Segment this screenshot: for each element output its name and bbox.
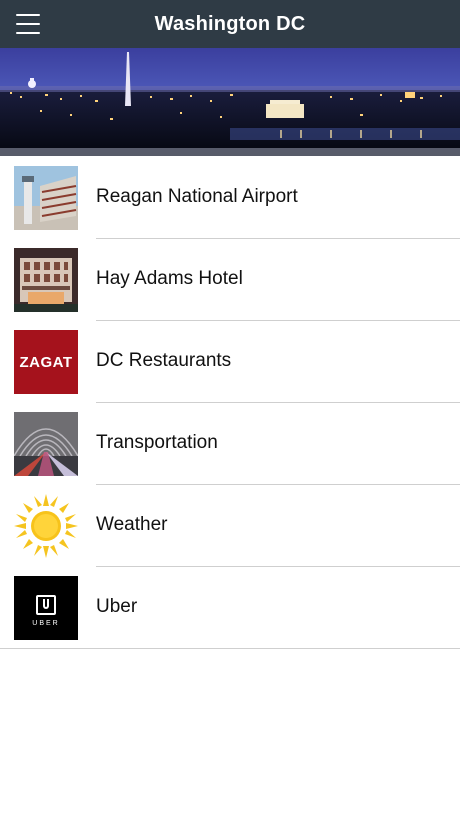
- destination-list: Reagan National Airport Hay Adams Hotel …: [0, 157, 460, 649]
- nav-bar: Washington DC: [0, 0, 460, 48]
- list-item-airport[interactable]: Reagan National Airport: [0, 157, 460, 239]
- uber-logo-text: UBER: [32, 620, 60, 627]
- airport-tower-thumbnail: [14, 166, 78, 230]
- hamburger-menu-icon[interactable]: [16, 14, 40, 34]
- dc-skyline-banner: [0, 48, 460, 156]
- page-title: Washington DC: [154, 12, 306, 35]
- list-item-label: Hay Adams Hotel: [96, 268, 243, 289]
- metro-station-thumbnail: [14, 412, 78, 476]
- hotel-building-thumbnail: [14, 248, 78, 312]
- list-item-label: Reagan National Airport: [96, 186, 298, 207]
- divider: [0, 648, 460, 649]
- list-item-label: Uber: [96, 596, 138, 617]
- list-item-weather[interactable]: Weather: [0, 485, 460, 567]
- uber-logo: UBER: [14, 576, 78, 640]
- sun-icon: [14, 494, 78, 558]
- list-item-hotel[interactable]: Hay Adams Hotel: [0, 239, 460, 321]
- list-item-transportation[interactable]: Transportation: [0, 403, 460, 485]
- zagat-logo-text: ZAGAT: [19, 353, 73, 371]
- list-item-restaurants[interactable]: ZAGAT DC Restaurants: [0, 321, 460, 403]
- list-item-label: Weather: [96, 514, 168, 535]
- list-item-label: DC Restaurants: [96, 350, 232, 371]
- zagat-logo: ZAGAT: [14, 330, 78, 394]
- uber-u-icon: [36, 595, 56, 615]
- list-item-uber[interactable]: UBER Uber: [0, 567, 460, 649]
- list-item-label: Transportation: [96, 432, 218, 453]
